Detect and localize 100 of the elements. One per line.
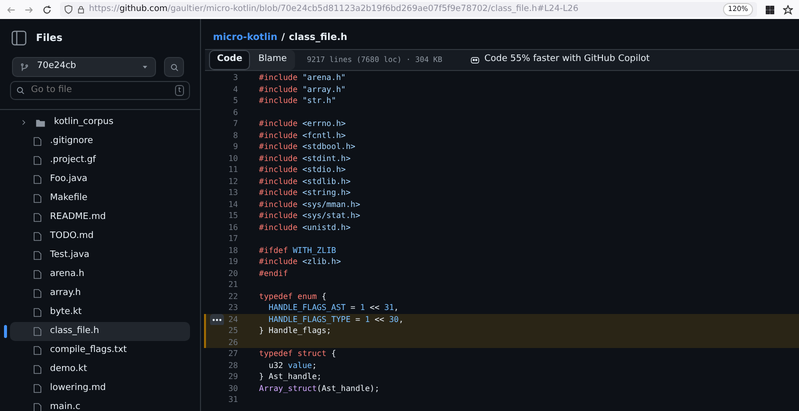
line-number[interactable]: 17 (206, 233, 238, 244)
file-tree-item[interactable]: README.md (10, 208, 190, 227)
code-line: #include <errno.h> (258, 118, 346, 130)
file-icon (33, 212, 42, 223)
line-number[interactable]: 15 (206, 210, 238, 222)
line-number[interactable]: 29 (206, 371, 238, 382)
line-number[interactable]: 19 (206, 256, 238, 268)
line-number[interactable]: 3 (206, 72, 238, 84)
code-line: typedef enum { (258, 290, 326, 302)
code-line: } Ast_handle; (258, 371, 322, 382)
file-tree-item[interactable]: TODO.md (10, 227, 190, 246)
chevron-icon[interactable] (20, 119, 27, 126)
file-icon (33, 250, 42, 261)
more-icon (212, 318, 222, 322)
line-number[interactable]: 20 (206, 268, 238, 279)
line-number[interactable]: 25 (206, 325, 238, 336)
line-number[interactable]: 31 (206, 394, 238, 406)
file-icon (33, 231, 42, 242)
file-tree-item[interactable]: lowering.md (10, 379, 190, 398)
sidebar-title: Files (36, 32, 62, 46)
caret-icon (142, 64, 148, 70)
file-tree-item[interactable]: .gitignore (10, 132, 190, 151)
file-tree-item[interactable]: .project.gf (10, 151, 190, 170)
line-number[interactable]: 27 (206, 348, 238, 360)
file-tree-item[interactable]: arena.h (10, 265, 190, 284)
code-line: #include <zlib.h> (258, 256, 341, 268)
star-icon[interactable] (783, 4, 793, 14)
line-number[interactable]: 5 (206, 95, 238, 106)
file-tree-item[interactable]: main.c (10, 398, 190, 411)
code-line: #include <stdint.h> (258, 152, 351, 164)
line-number[interactable]: 30 (206, 382, 238, 394)
line-number[interactable]: 11 (206, 164, 238, 176)
file-icon (33, 136, 42, 147)
line-number[interactable]: 10 (206, 152, 238, 164)
file-tree-item[interactable]: Makefile (10, 189, 190, 208)
search-button[interactable] (164, 57, 184, 77)
line-number[interactable]: 12 (206, 176, 238, 187)
line-number[interactable]: 16 (206, 222, 238, 233)
grid-icon[interactable] (765, 4, 775, 14)
branch-select[interactable]: 70e24cb (12, 57, 156, 77)
file-icon (33, 383, 42, 394)
line-number[interactable]: 26 (206, 336, 238, 348)
line-number[interactable]: 7 (206, 118, 238, 130)
panel-icon[interactable] (10, 29, 28, 47)
folder-icon (35, 118, 46, 128)
line-number[interactable]: 24 (206, 314, 238, 325)
code-line: #include <sys/stat.h> (258, 210, 360, 222)
code-line: #include <sys/mman.h> (258, 198, 360, 210)
file-icon (33, 288, 42, 299)
line-number[interactable]: 6 (206, 106, 238, 118)
file-tree-item[interactable]: Test.java (10, 246, 190, 265)
code-line: #include "array.h" (258, 84, 346, 95)
line-number[interactable]: 4 (206, 84, 238, 95)
line-number[interactable]: 28 (206, 360, 238, 371)
code-line: HANDLE_FLAGS_TYPE = 1 << 30, (268, 314, 404, 325)
file-tree-item[interactable]: compile_flags.txt (10, 341, 190, 360)
line-number[interactable]: 22 (206, 290, 238, 302)
code-line: typedef struct { (258, 348, 336, 360)
code-line: #include <stdbool.h> (258, 141, 356, 152)
file-icon (33, 174, 42, 185)
line-number[interactable]: 14 (206, 198, 238, 210)
line-menu-button[interactable] (210, 314, 224, 326)
url-text: https://github.com/gaultier/micro-kotlin/blob/70e24cb5d81123a2b19f6bd269ae07f5f9e78702/class_file.h#L24-L26 (89, 3, 578, 16)
lock-icon (77, 5, 85, 14)
file-tree-item[interactable]: demo.kt (10, 360, 190, 379)
line-number[interactable]: 9 (206, 141, 238, 152)
go-to-file-input[interactable]: Go to file (29, 82, 172, 98)
file-tree-item[interactable]: array.h (10, 284, 190, 303)
file-icon (33, 402, 42, 411)
file-tree-item[interactable]: kotlin_corpus (10, 113, 190, 132)
code-line: #include "str.h" (258, 95, 336, 106)
back-icon[interactable] (6, 4, 16, 14)
file-icon (33, 269, 42, 280)
line-number[interactable]: 8 (206, 130, 238, 141)
selection-indicator (4, 325, 7, 338)
line-number[interactable]: 23 (206, 302, 238, 314)
file-tree-item[interactable]: byte.kt (10, 303, 190, 322)
file-icon (33, 193, 42, 204)
code-line: HANDLE_FLAGS_AST = 1 << 31, (268, 302, 399, 314)
file-icon (33, 155, 42, 166)
code-line: #include <stdlib.h> (258, 176, 351, 187)
code-line: #endif (258, 268, 288, 279)
line-number[interactable]: 18 (206, 244, 238, 256)
code-line: #include <fcntl.h> (258, 130, 346, 141)
branch-icon (20, 62, 29, 72)
code-line: #include "arena.h" (258, 72, 346, 84)
repo-link[interactable]: micro-kotlin (213, 30, 278, 45)
line-number[interactable]: 21 (206, 279, 238, 290)
reload-icon[interactable] (42, 4, 52, 14)
view-tab[interactable]: Code (209, 50, 250, 70)
file-tree-item[interactable]: Foo.java (10, 170, 190, 189)
file-icon (33, 307, 42, 318)
copilot-promo: Code 55% faster with GitHub Copilot (484, 53, 650, 66)
shield-icon (64, 5, 73, 14)
search-icon (16, 86, 25, 95)
code-line: #include <stdio.h> (258, 164, 346, 176)
forward-icon[interactable] (24, 4, 34, 14)
line-number[interactable]: 13 (206, 187, 238, 198)
file-icon (33, 364, 42, 375)
file-icon (33, 345, 42, 356)
